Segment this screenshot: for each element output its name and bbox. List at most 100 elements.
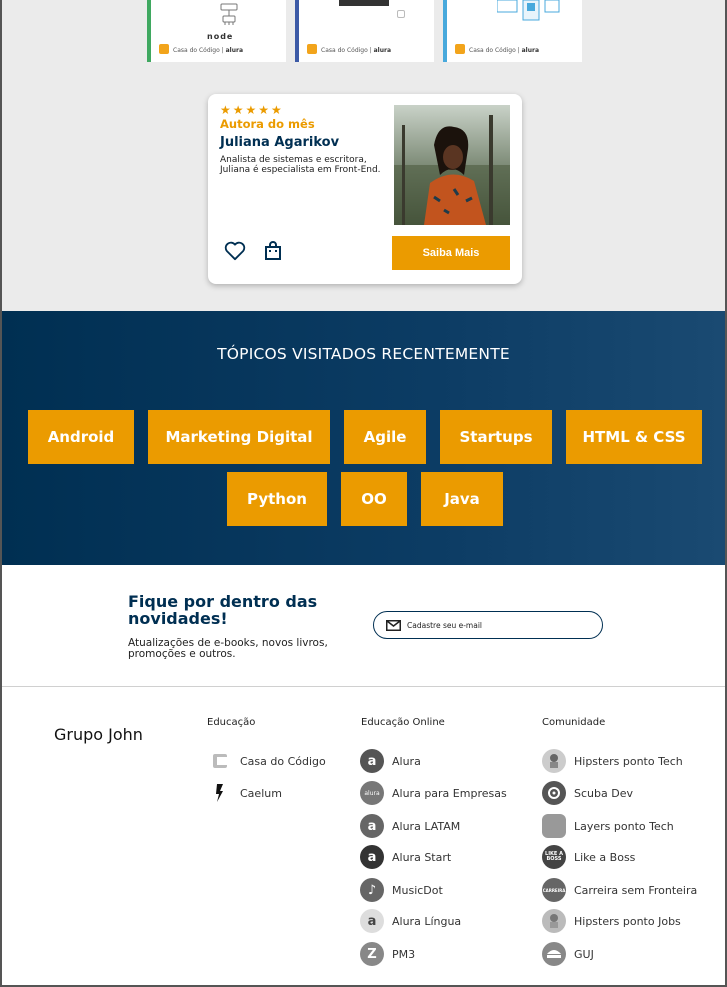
like-a-boss-icon: LIKE A BOSS <box>542 845 566 869</box>
pm3-icon: Z <box>360 942 384 966</box>
footer-link-label: Alura para Empresas <box>392 786 507 800</box>
casa-do-codigo-icon <box>208 749 232 773</box>
footer-link-label: Scuba Dev <box>574 786 633 800</box>
footer-link-carreira-sem-fronteira[interactable]: CARREIRA Carreira sem Fronteira <box>542 878 697 902</box>
footer-link-hipsters-ponto-tech[interactable]: Hipsters ponto Tech <box>542 749 683 773</box>
footer-link-label: Hipsters ponto Tech <box>574 754 683 768</box>
scuba-dev-icon <box>542 781 566 805</box>
cover-brand-right: alura <box>373 47 392 54</box>
heart-icon <box>224 241 246 261</box>
author-bio: Analista de sistemas e escritora, Julian… <box>220 155 381 175</box>
author-photo <box>394 105 510 225</box>
footer-brand: Grupo John <box>54 725 143 744</box>
footer-link-label: Like a Boss <box>574 850 636 864</box>
topic-html-css[interactable]: HTML & CSS <box>566 410 702 464</box>
topic-startups[interactable]: Startups <box>440 410 552 464</box>
footer-link-musicdot[interactable]: ♪ MusicDot <box>360 878 443 902</box>
footer-link-guj[interactable]: GUJ <box>542 942 594 966</box>
layers-icon <box>542 814 566 838</box>
favorite-button[interactable] <box>223 239 247 263</box>
hipsters-jobs-icon <box>542 909 566 933</box>
footer-link-alura-latam[interactable]: a Alura LATAM <box>360 814 460 838</box>
footer-link-layers-ponto-tech[interactable]: Layers ponto Tech <box>542 814 674 838</box>
book-art: node <box>207 0 247 41</box>
footer-column-title-comunidade: Comunidade <box>542 717 606 728</box>
music-note-icon: ♪ <box>360 878 384 902</box>
carreira-icon: CARREIRA <box>542 878 566 902</box>
learn-more-button[interactable]: Saiba Mais <box>392 236 510 270</box>
footer-link-alura[interactable]: a Alura <box>360 749 421 773</box>
footer-link-label: Alura <box>392 754 421 768</box>
recent-topics-section: TÓPICOS VISITADOS RECENTEMENTE Android M… <box>2 311 725 565</box>
alura-latam-icon: a <box>360 814 384 838</box>
newsletter-subtitle: Atualizações de e-books, novos livros, p… <box>128 637 328 660</box>
shopping-bag-icon <box>265 241 281 260</box>
topic-agile[interactable]: Agile <box>344 410 426 464</box>
topic-android[interactable]: Android <box>28 410 134 464</box>
footer-column-title-educacao-online: Educação Online <box>361 717 445 728</box>
author-of-month-card: ★★★★★ Autora do mês Juliana Agarikov Ana… <box>208 94 522 284</box>
footer-link-label: Caelum <box>240 786 282 800</box>
cover-brand-left: Casa do Código <box>173 47 220 54</box>
footer: Grupo John Educação Educação Online Comu… <box>2 687 725 985</box>
book-art <box>339 0 389 6</box>
footer-link-label: Alura Língua <box>392 914 462 928</box>
cover-brand: Casa do Código | alura <box>469 47 540 54</box>
guj-icon <box>542 942 566 966</box>
email-field[interactable] <box>373 611 603 639</box>
newsletter-section: Fique por dentro das novidades! Atualiza… <box>2 565 725 687</box>
book-art-icon <box>397 10 405 18</box>
topic-marketing-digital[interactable]: Marketing Digital <box>148 410 330 464</box>
footer-link-label: Casa do Código <box>240 754 326 768</box>
email-input[interactable] <box>407 620 597 630</box>
topic-java[interactable]: Java <box>421 472 503 526</box>
cover-brand: Casa do Código | alura <box>173 47 244 54</box>
footer-link-label: Carreira sem Fronteira <box>574 883 698 897</box>
author-name: Juliana Agarikov <box>220 135 340 150</box>
book-cover-2[interactable]: Casa do Código | alura <box>295 0 434 62</box>
topic-oo[interactable]: OO <box>341 472 407 526</box>
cover-brand: Casa do Código | alura <box>321 47 392 54</box>
alura-icon: a <box>360 749 384 773</box>
alura-lingua-icon: a <box>360 909 384 933</box>
footer-link-label: GUJ <box>574 947 594 961</box>
book-covers-strip: node Casa do Código | alura Casa do Códi… <box>0 0 727 66</box>
book-cover-node[interactable]: node Casa do Código | alura <box>147 0 286 62</box>
rating-stars: ★★★★★ <box>220 103 284 117</box>
author-tag: Autora do mês <box>220 117 315 131</box>
casa-do-codigo-logo-icon <box>455 44 465 54</box>
footer-link-alura-para-empresas[interactable]: alura Alura para Empresas <box>360 781 507 805</box>
add-to-cart-button[interactable] <box>261 239 285 263</box>
book-cover-3[interactable]: Casa do Código | alura <box>443 0 582 62</box>
footer-link-label: Alura LATAM <box>392 819 461 833</box>
footer-link-hipsters-ponto-jobs[interactable]: Hipsters ponto Jobs <box>542 909 681 933</box>
footer-link-label: Alura Start <box>392 850 452 864</box>
footer-link-label: Layers ponto Tech <box>574 819 674 833</box>
footer-link-caelum[interactable]: Caelum <box>208 781 282 805</box>
footer-link-alura-lingua[interactable]: a Alura Língua <box>360 909 461 933</box>
footer-link-scuba-dev[interactable]: Scuba Dev <box>542 781 633 805</box>
casa-do-codigo-logo-icon <box>307 44 317 54</box>
alura-empresas-icon: alura <box>360 781 384 805</box>
cover-brand-right: alura <box>225 47 244 54</box>
footer-link-label: MusicDot <box>392 883 443 897</box>
topic-python[interactable]: Python <box>227 472 327 526</box>
casa-do-codigo-logo-icon <box>159 44 169 54</box>
footer-link-label: PM3 <box>392 947 416 961</box>
footer-link-pm3[interactable]: Z PM3 <box>360 942 415 966</box>
caelum-icon <box>208 781 232 805</box>
hipsters-icon <box>542 749 566 773</box>
book-art <box>496 0 561 26</box>
footer-link-label: Hipsters ponto Jobs <box>574 914 681 928</box>
cover-brand-left: Casa do Código <box>321 47 368 54</box>
topics-title: TÓPICOS VISITADOS RECENTEMENTE <box>217 345 510 363</box>
newsletter-title: Fique por dentro das novidades! <box>128 592 318 628</box>
footer-link-like-a-boss[interactable]: LIKE A BOSS Like a Boss <box>542 845 635 869</box>
cover-brand-right: alura <box>521 47 540 54</box>
footer-column-title-educacao: Educação <box>207 717 256 728</box>
footer-link-casa-do-codigo[interactable]: Casa do Código <box>208 749 326 773</box>
cover-brand-left: Casa do Código <box>469 47 516 54</box>
alura-start-icon: a <box>360 845 384 869</box>
mail-icon <box>386 619 401 631</box>
footer-link-alura-start[interactable]: a Alura Start <box>360 845 451 869</box>
